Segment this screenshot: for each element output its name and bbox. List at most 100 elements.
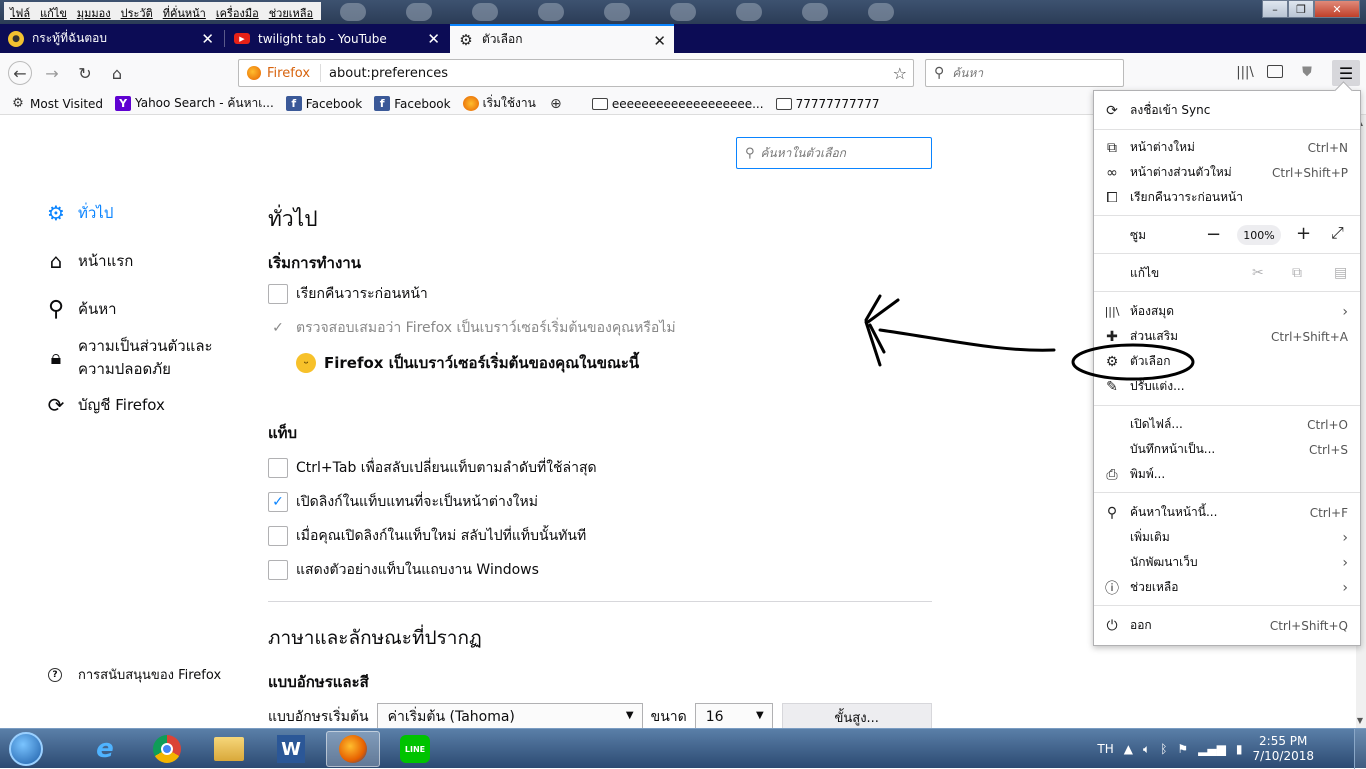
file-explorer-icon[interactable] xyxy=(202,731,256,767)
menu-file[interactable]: ไฟล์ xyxy=(6,2,36,20)
ctrl-tab-checkbox-row[interactable]: Ctrl+Tab เพื่อสลับเปลี่ยนแท็บตามลำดับที่… xyxy=(268,457,597,479)
menu-edit[interactable]: แก้ไข xyxy=(36,2,73,20)
checkbox[interactable] xyxy=(268,458,288,478)
checkbox[interactable] xyxy=(268,560,288,580)
menu-bookmarks[interactable]: ที่คั่นหน้า xyxy=(159,2,212,20)
language-indicator[interactable]: TH xyxy=(1097,742,1113,756)
shield-icon[interactable]: ⛊ xyxy=(1298,65,1316,81)
menu-quit[interactable]: ⏻ ออก Ctrl+Shift+Q xyxy=(1094,613,1360,638)
home-button[interactable]: ⌂ xyxy=(105,61,129,85)
checkbox[interactable]: ✓ xyxy=(268,492,288,512)
zoom-in-button[interactable]: + xyxy=(1296,223,1311,244)
open-menu-button[interactable]: ☰ xyxy=(1332,60,1360,86)
menu-print[interactable]: ⎙ พิมพ์... xyxy=(1094,462,1360,487)
taskbar-preview-checkbox-row[interactable]: แสดงตัวอย่างแท็บในแถบงาน Windows xyxy=(268,559,539,581)
volume-icon[interactable]: 🔈︎ xyxy=(1143,742,1150,757)
bookmark-facebook[interactable]: f Facebook xyxy=(285,96,362,111)
category-home[interactable]: ⌂ หน้าแรก xyxy=(44,249,134,273)
back-button[interactable]: ← xyxy=(8,61,32,85)
category-firefox-account[interactable]: ⟳ บัญชี Firefox xyxy=(44,393,165,417)
menu-library[interactable]: |||\ ห้องสมุด › xyxy=(1094,299,1360,324)
zoom-out-button[interactable]: − xyxy=(1206,224,1221,245)
restore-session-checkbox-row[interactable]: เรียกคืนวาระก่อนหน้า xyxy=(268,283,428,305)
checkbox-label: เมื่อคุณเปิดลิงก์ในแท็บใหม่ สลับไปที่แท็… xyxy=(296,528,587,544)
menu-help[interactable]: ⓘ ช่วยเหลือ › xyxy=(1094,575,1360,600)
menu-view[interactable]: มุมมอง xyxy=(73,2,117,20)
close-window-button[interactable]: ✕ xyxy=(1314,0,1360,18)
menu-sync[interactable]: ⟳ ลงชื่อเข้า Sync xyxy=(1094,98,1360,123)
back-arrow-icon: ← xyxy=(13,63,27,83)
start-button[interactable] xyxy=(4,729,48,769)
search-bar[interactable]: ⚲ ค้นหา xyxy=(925,59,1124,87)
chrome-icon[interactable] xyxy=(140,731,194,767)
firefox-support-link[interactable]: ? การสนับสนุนของ Firefox xyxy=(48,664,221,685)
font-size-select[interactable]: 16 ▼ xyxy=(694,703,773,731)
minimize-button[interactable]: – xyxy=(1262,0,1288,18)
bookmark-folder[interactable]: eeeeeeeeeeeeeeeeeee... xyxy=(591,97,764,111)
copy-icon[interactable]: ⧉ xyxy=(1292,265,1302,281)
library-icon[interactable]: |||\ xyxy=(1236,65,1254,81)
close-tab-icon[interactable]: ✕ xyxy=(653,32,666,50)
menu-help[interactable]: ช่วยเหลือ xyxy=(265,2,319,20)
menu-open-file[interactable]: เปิดไฟล์... Ctrl+O xyxy=(1094,412,1360,437)
checkbox[interactable] xyxy=(268,526,288,546)
open-links-in-tabs-checkbox-row[interactable]: ✓ เปิดลิงก์ในแท็บแทนที่จะเป็นหน้าต่างใหม่ xyxy=(268,491,538,513)
menu-save-page[interactable]: บันทึกหน้าเป็น... Ctrl+S xyxy=(1094,437,1360,462)
url-text[interactable]: about:preferences xyxy=(321,66,448,81)
menu-private-window[interactable]: ∞ หน้าต่างส่วนตัวใหม่ Ctrl+Shift+P xyxy=(1094,160,1360,185)
identity-box[interactable]: Firefox xyxy=(239,64,322,82)
menu-new-window[interactable]: ⧉ หน้าต่างใหม่ Ctrl+N xyxy=(1094,135,1360,160)
url-bar[interactable]: Firefox about:preferences ☆ xyxy=(238,59,914,87)
scroll-down-icon[interactable]: ▼ xyxy=(1357,716,1363,725)
menu-addons[interactable]: ✚ ส่วนเสริม Ctrl+Shift+A xyxy=(1094,324,1360,349)
checkbox[interactable] xyxy=(268,284,288,304)
show-desktop-button[interactable] xyxy=(1354,729,1366,769)
action-center-flag-icon[interactable]: ⚑ xyxy=(1177,742,1188,756)
bookmark-facebook[interactable]: f Facebook xyxy=(374,96,451,111)
internet-explorer-icon[interactable]: e xyxy=(78,731,132,767)
bookmark-most-visited[interactable]: ⚙ Most Visited xyxy=(10,96,103,111)
power-plug-icon[interactable]: ▮ xyxy=(1236,742,1243,756)
close-tab-icon[interactable]: ✕ xyxy=(427,30,440,48)
bluetooth-icon[interactable]: ᛒ xyxy=(1160,742,1167,756)
tab-options[interactable]: ⚙ ตัวเลือก ✕ xyxy=(450,24,674,53)
menu-restore-session[interactable]: ⧠ เรียกคืนวาระก่อนหน้า xyxy=(1094,185,1360,210)
menu-customize[interactable]: ✎ ปรับแต่ง... xyxy=(1094,374,1360,399)
word-icon[interactable]: W xyxy=(264,731,318,767)
menu-tools[interactable]: เครื่องมือ xyxy=(212,2,265,20)
menu-more[interactable]: เพิ่มเติม › xyxy=(1094,525,1360,550)
advanced-fonts-button[interactable]: ขั้นสูง... xyxy=(781,703,932,731)
bookmark-folder[interactable]: 77777777777 xyxy=(775,97,880,111)
line-icon[interactable]: LINE xyxy=(388,731,442,767)
sidebar-icon[interactable] xyxy=(1267,65,1283,78)
firefox-taskbar-icon[interactable] xyxy=(326,731,380,767)
reload-button[interactable]: ↻ xyxy=(73,61,97,85)
forward-button[interactable]: → xyxy=(40,61,64,85)
bookmark-star-icon[interactable]: ☆ xyxy=(893,64,907,83)
maximize-button[interactable]: ❐ xyxy=(1288,0,1314,18)
close-tab-icon[interactable]: ✕ xyxy=(201,30,214,48)
category-privacy[interactable]: 🔒︎ ความเป็นส่วนตัวและ ความปลอดภัย xyxy=(44,335,213,381)
menu-history[interactable]: ประวัติ xyxy=(117,2,159,20)
fullscreen-icon[interactable]: ⤢ xyxy=(1331,223,1344,243)
cut-icon[interactable]: ✂ xyxy=(1252,265,1264,281)
switch-to-tab-checkbox-row[interactable]: เมื่อคุณเปิดลิงก์ในแท็บใหม่ สลับไปที่แท็… xyxy=(268,525,586,547)
network-signal-icon[interactable]: ▂▄▆ xyxy=(1198,742,1226,756)
show-hidden-icons[interactable]: ▲ xyxy=(1124,742,1133,756)
menu-find-in-page[interactable]: ⚲ ค้นหาในหน้านี้... Ctrl+F xyxy=(1094,500,1360,525)
category-general[interactable]: ⚙ ทั่วไป xyxy=(44,201,113,225)
default-font-select[interactable]: ค่าเริ่มต้น (Tahoma) ▼ xyxy=(376,703,643,731)
category-search[interactable]: ⚲ ค้นหา xyxy=(44,297,117,322)
preferences-search-input[interactable]: ⚲ ค้นหาในตัวเลือก xyxy=(736,137,932,169)
bookmark-getting-started[interactable]: เริ่มใช้งาน xyxy=(462,94,536,113)
bookmark-globe[interactable]: ⊕ xyxy=(548,96,568,112)
zoom-reset-button[interactable]: 100% xyxy=(1237,225,1281,245)
menu-options[interactable]: ⚙ ตัวเลือก xyxy=(1094,349,1360,374)
tab-threads[interactable]: ● กระทู้ที่ฉันตอบ ✕ xyxy=(0,24,222,53)
tab-youtube[interactable]: ▶ twilight tab - YouTube ✕ xyxy=(226,24,448,53)
menu-web-developer[interactable]: นักพัฒนาเว็บ › xyxy=(1094,550,1360,575)
facebook-icon: f xyxy=(285,96,302,111)
paste-icon[interactable]: ▤ xyxy=(1334,265,1347,281)
bookmark-yahoo[interactable]: Y Yahoo Search - ค้นหาเ... xyxy=(115,94,274,113)
clock[interactable]: 2:55 PM 7/10/2018 xyxy=(1252,734,1314,764)
